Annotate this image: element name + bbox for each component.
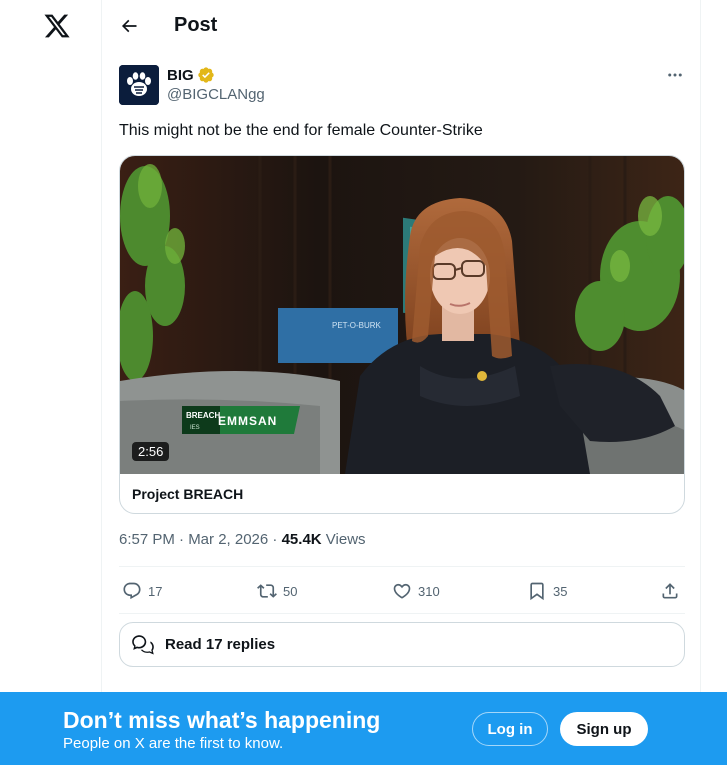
share-icon: [662, 583, 678, 599]
more-options-button[interactable]: [660, 64, 690, 86]
x-logo-icon[interactable]: [43, 12, 71, 40]
banner-title: Don’t miss what’s happening: [63, 707, 381, 733]
repost-icon: [257, 584, 277, 598]
tweet-timestamp[interactable]: 6:57 PM · Mar 2, 2026: [119, 531, 268, 548]
reply-button[interactable]: 17: [122, 577, 162, 605]
repost-count: 50: [283, 583, 298, 599]
verified-badge-icon: [197, 67, 214, 83]
signup-banner: Don’t miss what’s happening People on X …: [0, 692, 727, 765]
share-button[interactable]: [660, 577, 680, 605]
bookmark-button[interactable]: 35: [527, 577, 567, 605]
divider-bottom: [119, 613, 685, 614]
divider-top: [119, 566, 685, 567]
speech-bubbles-icon: [132, 634, 154, 654]
tweet-meta: 6:57 PM · Mar 2, 2026 · 45.4K Views: [119, 531, 366, 548]
read-replies-label: Read 17 replies: [165, 636, 276, 653]
card-title[interactable]: Project BREACH: [132, 486, 243, 502]
meta-separator: ·: [268, 531, 282, 548]
author-display-name[interactable]: BIG: [167, 66, 215, 84]
video-thumbnail[interactable]: PET-O-BURK BREACH IES EMMSAN: [120, 156, 685, 474]
overlay-name-text: EMMSAN: [218, 414, 277, 428]
video-duration-badge: 2:56: [132, 442, 170, 461]
author-name-text: BIG: [167, 66, 194, 84]
banner-subtitle: People on X are the first to know.: [63, 735, 284, 752]
like-button[interactable]: 310: [392, 577, 440, 605]
signup-button[interactable]: Sign up: [560, 712, 648, 746]
views-label: Views: [325, 531, 366, 548]
video-card[interactable]: PET-O-BURK BREACH IES EMMSAN 2:56 Projec…: [119, 155, 685, 514]
more-dots-icon: [668, 73, 682, 77]
overlay-sub-text: IES: [190, 425, 200, 431]
bookmark-count: 35: [553, 583, 568, 599]
arrow-left-icon: [121, 19, 137, 33]
back-button[interactable]: [112, 9, 146, 43]
background-box-text: PET-O-BURK: [332, 321, 382, 330]
reply-icon: [123, 582, 141, 600]
primary-column: Post BIG @BIGCLANgg This might not be th…: [101, 0, 701, 765]
reply-count: 17: [148, 583, 163, 599]
left-rail: [0, 0, 101, 765]
views-count: 45.4K: [281, 531, 322, 548]
login-button[interactable]: Log in: [472, 712, 548, 746]
action-bar: 17 50 310 35: [119, 577, 685, 605]
repost-button[interactable]: 50: [257, 577, 297, 605]
read-replies-button[interactable]: Read 17 replies: [119, 622, 685, 667]
overlay-tag-text: BREACH: [186, 411, 220, 420]
page-header: Post: [102, 0, 700, 53]
bookmark-icon: [530, 582, 544, 601]
like-count: 310: [418, 583, 440, 599]
heart-icon: [393, 583, 411, 599]
avatar[interactable]: [119, 65, 159, 105]
author-handle[interactable]: @BIGCLANgg: [167, 86, 265, 103]
big-logo-icon: [119, 65, 159, 105]
tweet-text: This might not be the end for female Cou…: [119, 122, 483, 139]
page-title: Post: [174, 14, 218, 36]
